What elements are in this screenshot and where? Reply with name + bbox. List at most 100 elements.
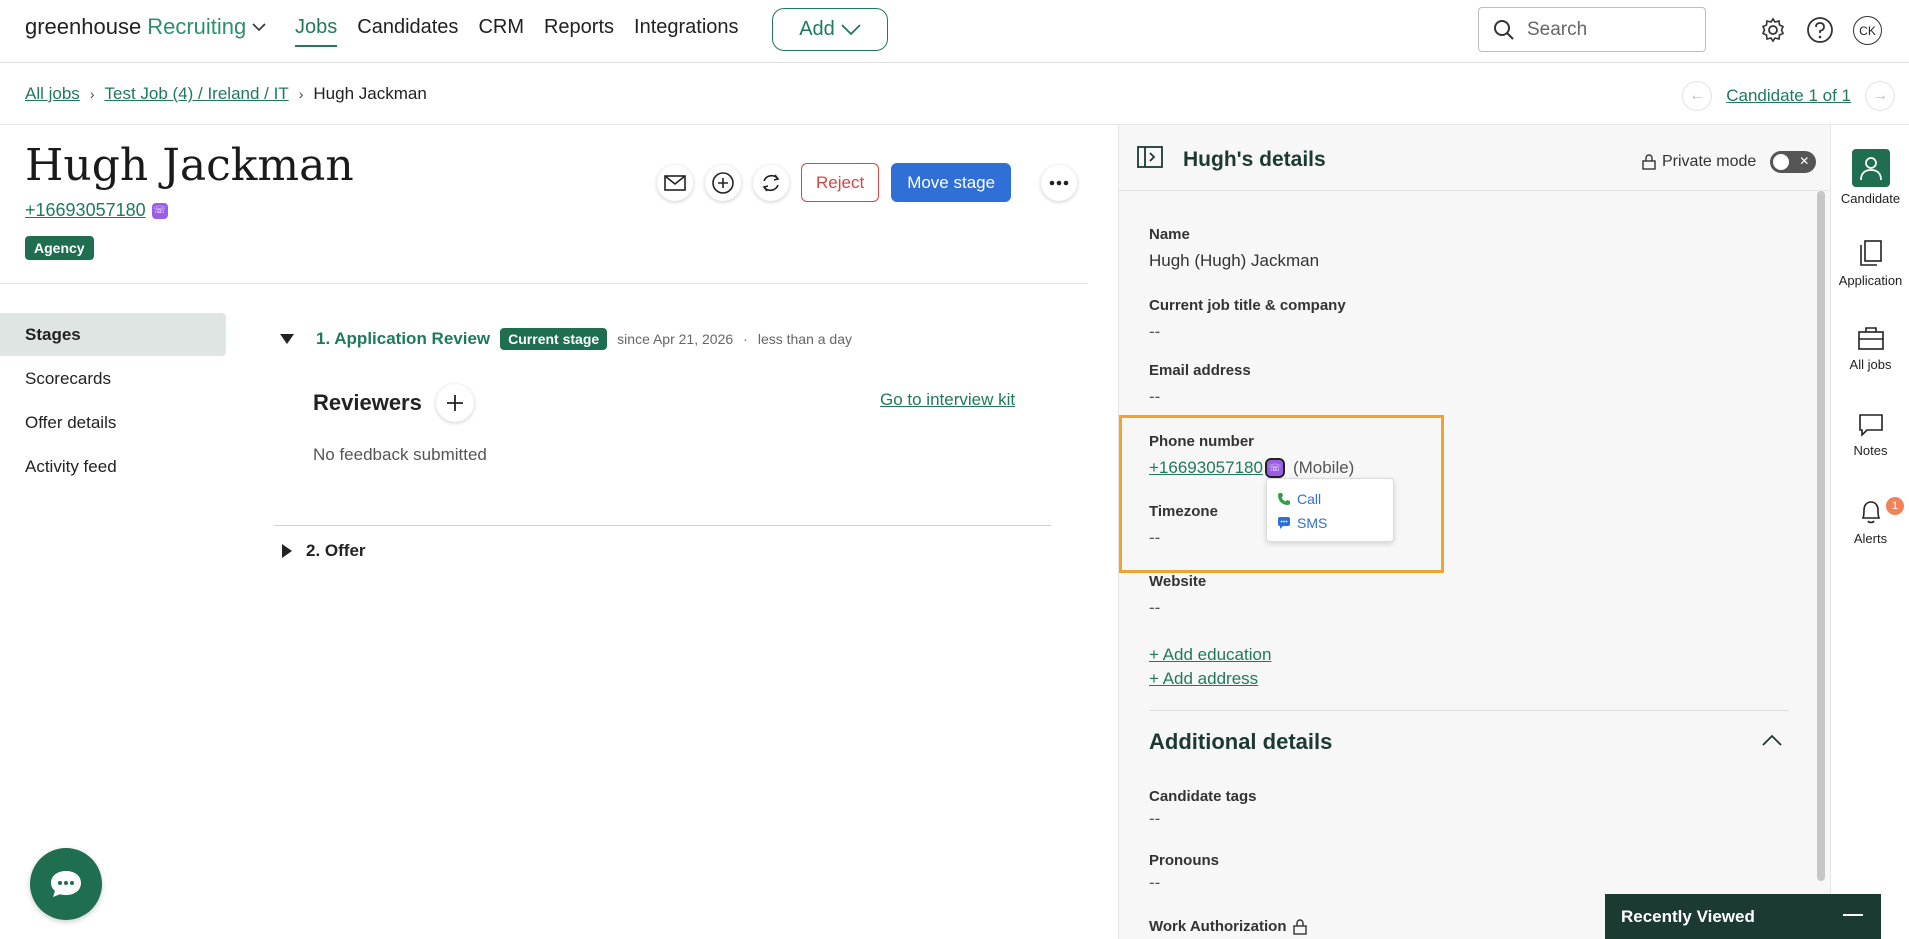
- call-label: Call: [1297, 491, 1322, 507]
- stage-title: 1. Application Review: [316, 329, 491, 348]
- section-nav-scorecards[interactable]: Scorecards: [0, 357, 226, 400]
- details-header: Hugh's details Private mode ✕: [1119, 125, 1831, 191]
- field-label: Website: [1149, 573, 1207, 590]
- chat-button[interactable]: [30, 848, 102, 920]
- section-nav-stages[interactable]: Stages: [0, 313, 226, 356]
- transfer-button[interactable]: [753, 164, 789, 201]
- chevron-right-icon: ›: [298, 86, 304, 102]
- nav-crm[interactable]: CRM: [478, 16, 524, 47]
- expand-triangle-icon[interactable]: [282, 544, 292, 558]
- field-value: --: [1149, 598, 1161, 617]
- stage-since: since Apr 21, 2026: [617, 331, 734, 347]
- field-value: --: [1149, 322, 1161, 341]
- main-nav: Jobs Candidates CRM Reports Integrations: [295, 16, 739, 47]
- stage-offer[interactable]: 2. Offer: [282, 541, 366, 561]
- settings-gear-icon[interactable]: [1759, 16, 1787, 44]
- rail-application[interactable]: Application: [1831, 239, 1909, 288]
- breadcrumb-current: Hugh Jackman: [313, 84, 427, 103]
- add-action-button[interactable]: [705, 164, 741, 201]
- field-value: --: [1149, 809, 1161, 828]
- stage-divider: [274, 525, 1051, 526]
- add-education-link-text[interactable]: + Add education: [1149, 645, 1271, 665]
- user-avatar[interactable]: CK: [1853, 16, 1882, 45]
- reviewers-header: Reviewers: [313, 384, 474, 422]
- previous-candidate-arrow-icon[interactable]: ←: [1682, 81, 1713, 111]
- current-stage-badge: Current stage: [500, 328, 608, 350]
- nav-jobs[interactable]: Jobs: [295, 16, 338, 47]
- field-value: Hugh (Hugh) Jackman: [1149, 251, 1320, 270]
- details-scrollbar[interactable]: [1817, 191, 1825, 881]
- chevron-down-icon: [841, 23, 861, 35]
- nav-reports[interactable]: Reports: [544, 16, 614, 47]
- stage-duration: less than a day: [757, 331, 852, 347]
- add-reviewer-button[interactable]: [435, 384, 474, 422]
- breadcrumb-all-jobs[interactable]: All jobs: [25, 84, 80, 104]
- search-input[interactable]: [1527, 18, 1687, 41]
- logo-text: greenhouse: [25, 14, 142, 39]
- nav-integrations[interactable]: Integrations: [634, 16, 739, 47]
- private-mode-control: Private mode ✕: [1642, 151, 1817, 173]
- search-box[interactable]: [1478, 7, 1706, 52]
- field-label: Candidate tags: [1149, 788, 1257, 805]
- minimize-icon[interactable]: [1843, 914, 1863, 916]
- breadcrumb-bar: All jobs › Test Job (4) / Ireland / IT ›…: [0, 63, 1909, 125]
- candidate-section-nav: Stages Scorecards Offer details Activity…: [0, 313, 226, 489]
- candidate-pager: ← Candidate 1 of 1 →: [1682, 81, 1895, 111]
- sms-label: SMS: [1297, 515, 1328, 531]
- breadcrumb-job[interactable]: Test Job (4) / Ireland / IT: [104, 84, 288, 104]
- plus-circle-icon: [712, 171, 734, 194]
- rail-label: Application: [1838, 273, 1903, 288]
- field-label: Work Authorization: [1149, 918, 1287, 935]
- right-rail: Candidate Application All jobs Notes 1 A…: [1830, 125, 1909, 939]
- call-option[interactable]: Call: [1277, 487, 1383, 511]
- field-value: --: [1149, 873, 1161, 892]
- phone-action-popup: Call SMS: [1266, 478, 1394, 542]
- briefcase-icon: [1857, 327, 1884, 350]
- recently-viewed-bar[interactable]: Recently Viewed: [1605, 894, 1881, 939]
- add-address-link[interactable]: + Add address: [1149, 669, 1258, 689]
- move-stage-button[interactable]: Move stage: [891, 163, 1012, 202]
- candidate-phone-link[interactable]: +16693057180: [25, 200, 146, 221]
- sms-option[interactable]: SMS: [1277, 511, 1383, 535]
- additional-details-title: Additional details: [1149, 729, 1333, 754]
- toggle-knob: [1773, 154, 1790, 170]
- field-value: --: [1149, 387, 1161, 406]
- rail-alerts[interactable]: 1 Alerts: [1831, 497, 1909, 546]
- chevron-right-icon: ›: [89, 86, 95, 102]
- private-mode-toggle[interactable]: ✕: [1770, 151, 1817, 173]
- chat-bubble-icon: [51, 871, 81, 897]
- chevron-up-icon[interactable]: [1762, 733, 1782, 751]
- collapse-panel-icon[interactable]: [1137, 146, 1163, 173]
- greenhouse-logo[interactable]: greenhouse Recruiting: [25, 14, 266, 40]
- field-label: Email address: [1149, 362, 1251, 379]
- candidate-phone: +16693057180 ☏: [25, 200, 168, 221]
- logo-product: Recruiting: [147, 14, 247, 39]
- rail-notes[interactable]: Notes: [1831, 413, 1909, 458]
- reviewers-label: Reviewers: [313, 390, 422, 415]
- next-candidate-arrow-icon[interactable]: →: [1865, 81, 1895, 111]
- rail-all-jobs[interactable]: All jobs: [1831, 325, 1909, 372]
- search-icon: [1494, 19, 1514, 40]
- candidate-position-link[interactable]: Candidate 1 of 1: [1726, 86, 1851, 106]
- add-button-label: Add: [799, 18, 835, 40]
- rail-label: Alerts: [1853, 531, 1888, 546]
- field-label: Name: [1149, 226, 1190, 243]
- envelope-icon: [664, 174, 686, 191]
- dialer-app-icon[interactable]: ☏: [151, 202, 168, 219]
- help-icon[interactable]: [1806, 16, 1834, 44]
- collapse-triangle-icon[interactable]: [280, 334, 294, 344]
- nav-candidates[interactable]: Candidates: [357, 16, 458, 47]
- interview-kit-link[interactable]: Go to interview kit: [880, 390, 1015, 410]
- separator-dot: ·: [743, 331, 748, 347]
- rail-candidate[interactable]: Candidate: [1831, 149, 1909, 206]
- section-nav-activity-feed[interactable]: Activity feed: [0, 445, 226, 488]
- section-nav-offer-details[interactable]: Offer details: [0, 401, 226, 444]
- reject-button[interactable]: Reject: [801, 163, 880, 202]
- recently-viewed-label: Recently Viewed: [1621, 906, 1755, 926]
- lock-icon: [1642, 154, 1656, 170]
- rail-label: All jobs: [1849, 357, 1892, 372]
- email-button[interactable]: [657, 164, 693, 201]
- stage-application-review[interactable]: 1. Application Review Current stage sinc…: [280, 328, 852, 350]
- add-button[interactable]: Add: [772, 8, 888, 51]
- more-options-button[interactable]: [1041, 164, 1078, 201]
